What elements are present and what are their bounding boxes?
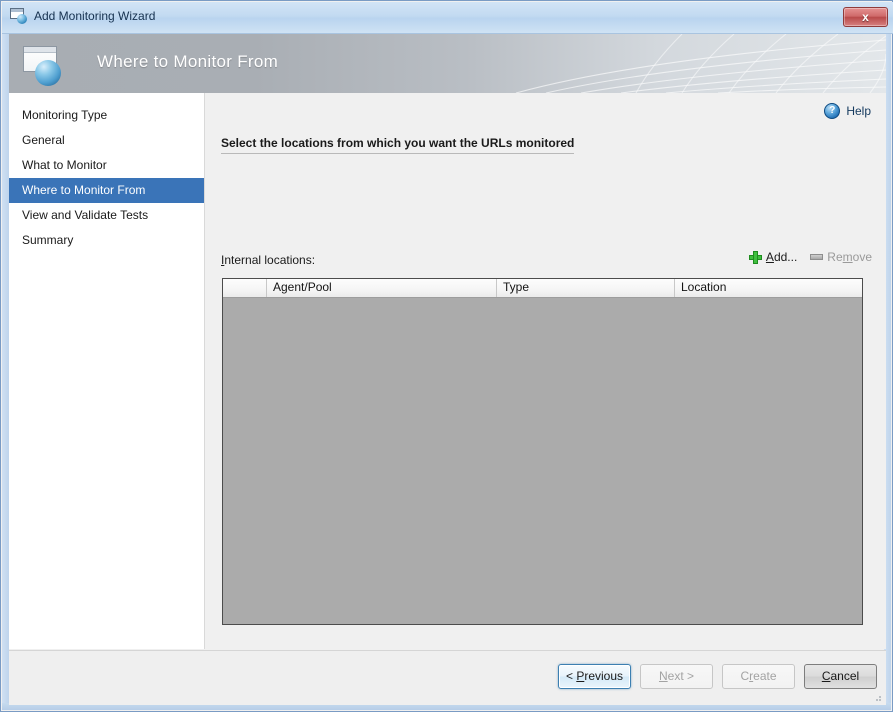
internal-locations-label-rest: nternal locations: — [224, 253, 316, 267]
previous-button[interactable]: < Previous — [558, 664, 631, 689]
banner-window-sphere-icon — [21, 44, 67, 88]
add-location-button[interactable]: Add... — [748, 250, 798, 264]
wizard-content-pane: ? Help Select the locations from which y… — [205, 93, 886, 649]
banner-title: Where to Monitor From — [97, 52, 279, 71]
wizard-step-sidebar: Monitoring Type General What to Monitor … — [9, 93, 205, 649]
close-button[interactable]: x — [843, 7, 888, 27]
previous-button-text: revious — [584, 669, 624, 683]
wizard-footer: < Previous Next > Create Cancel — [9, 650, 886, 705]
column-header-type[interactable]: Type — [497, 279, 675, 297]
cancel-button[interactable]: Cancel — [804, 664, 877, 689]
remove-bar-icon — [810, 254, 824, 260]
remove-location-button[interactable]: Remove — [810, 250, 872, 264]
sidebar-item-monitoring-type[interactable]: Monitoring Type — [9, 103, 204, 128]
help-question-icon: ? — [824, 103, 841, 119]
sidebar-item-what-to-monitor[interactable]: What to Monitor — [9, 153, 204, 178]
add-location-label: Add... — [765, 250, 798, 264]
sidebar-item-label: Summary — [22, 233, 74, 247]
column-header-location[interactable]: Location — [675, 279, 862, 297]
remove-location-label: Remove — [827, 250, 872, 264]
create-button-prefix: C — [740, 669, 750, 683]
close-icon: x — [862, 10, 869, 24]
sidebar-item-general[interactable]: General — [9, 128, 204, 153]
wizard-banner: Where to Monitor From — [9, 34, 886, 93]
sidebar-item-label: What to Monitor — [22, 158, 107, 172]
help-label: Help — [846, 104, 871, 118]
internal-locations-label: Internal locations: — [221, 253, 315, 267]
window-title: Add Monitoring Wizard — [34, 8, 156, 23]
sidebar-item-label: Where to Monitor From — [22, 183, 146, 197]
help-link[interactable]: ? Help — [824, 103, 871, 119]
create-button[interactable]: Create — [722, 664, 795, 689]
title-bar-content: Add Monitoring Wizard — [10, 7, 155, 24]
wizard-window: Add Monitoring Wizard x Where to Monitor… — [0, 0, 893, 712]
column-header-agent-pool[interactable]: Agent/Pool — [267, 279, 497, 297]
page-instruction: Select the locations from which you want… — [221, 136, 575, 154]
sidebar-item-label: Monitoring Type — [22, 108, 108, 122]
wizard-navigation-buttons: < Previous Next > Create Cancel — [558, 664, 877, 689]
globe-mesh-decoration — [515, 34, 886, 93]
resize-grip[interactable] — [872, 692, 882, 702]
cancel-button-text: ancel — [830, 669, 860, 683]
locations-toolbar: Add... Remove — [748, 250, 872, 264]
next-button[interactable]: Next > — [640, 664, 713, 689]
locations-grid-header: Agent/Pool Type Location — [223, 279, 862, 298]
green-plus-icon — [748, 250, 762, 264]
locations-grid[interactable]: Agent/Pool Type Location — [222, 278, 863, 625]
create-button-text: eate — [753, 669, 777, 683]
sidebar-item-view-and-validate-tests[interactable]: View and Validate Tests — [9, 203, 204, 228]
column-header-select[interactable] — [223, 279, 267, 297]
title-bar: Add Monitoring Wizard x — [2, 2, 893, 34]
previous-button-prefix: < — [565, 669, 577, 683]
window-frame-left — [2, 34, 9, 710]
sidebar-item-label: General — [22, 133, 65, 147]
locations-grid-body[interactable] — [223, 298, 862, 624]
next-button-text: ext > — [667, 669, 695, 683]
sidebar-item-label: View and Validate Tests — [22, 208, 149, 222]
next-button-accel: N — [658, 669, 668, 683]
sidebar-item-where-to-monitor-from[interactable]: Where to Monitor From — [9, 178, 204, 203]
window-sphere-icon — [10, 7, 27, 24]
sidebar-item-summary[interactable]: Summary — [9, 228, 204, 253]
